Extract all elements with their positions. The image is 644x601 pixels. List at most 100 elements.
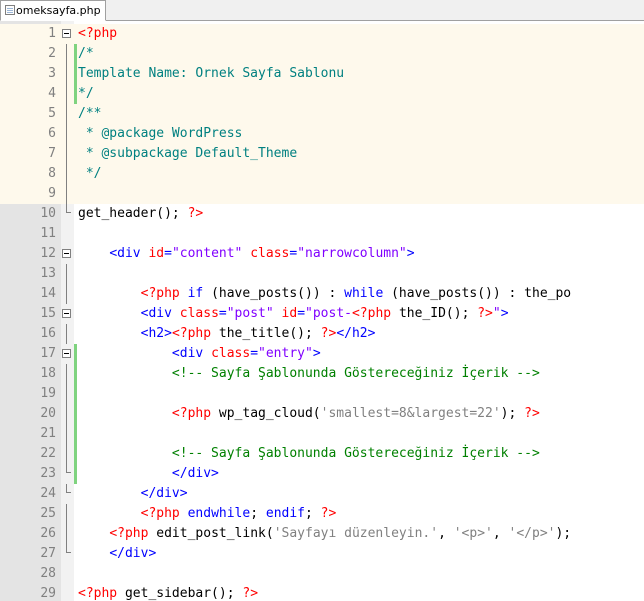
tab-bar: omeksayfa.php: [0, 0, 644, 21]
code-line[interactable]: 16 <h2><?php the_title(); ?></h2>: [0, 324, 644, 344]
code-line[interactable]: 24 </div>: [0, 484, 644, 504]
code-line[interactable]: 20 <?php wp_tag_cloud('smallest=8&larges…: [0, 404, 644, 424]
tab-file[interactable]: omeksayfa.php: [0, 0, 106, 21]
code-line[interactable]: 11: [0, 224, 644, 244]
code-line[interactable]: 17 <div class="entry">: [0, 344, 644, 364]
code-line[interactable]: 2 /*: [0, 44, 644, 64]
code-line[interactable]: 8 */: [0, 164, 644, 184]
line-text: <?php endwhile; endif; ?>: [78, 504, 337, 524]
fold-guide: [66, 64, 67, 84]
fold-toggle-icon[interactable]: [62, 349, 71, 358]
line-number: 8: [48, 166, 56, 181]
code-token: the_title();: [218, 326, 321, 341]
code-line[interactable]: 13: [0, 264, 644, 284]
code-line[interactable]: 27 </div>: [0, 544, 644, 564]
fold-guide: [66, 44, 67, 64]
code-token: <?php: [78, 26, 118, 41]
line-number: 17: [40, 346, 56, 361]
code-line[interactable]: 18 <!-- Sayfa Şablonunda Göstereceğiniz …: [0, 364, 644, 384]
fold-guide: [66, 364, 67, 384]
code-token: /**: [78, 106, 102, 121]
code-line[interactable]: 1 <?php: [0, 24, 644, 44]
code-editor[interactable]: 1 <?php 2 /* 3 Template Name: Ornek Sayfa Sab…: [0, 21, 644, 601]
code-token: ,: [438, 526, 454, 541]
code-token: =: [218, 306, 227, 321]
line-number: 20: [40, 406, 56, 421]
code-token: */: [78, 86, 94, 101]
code-token: "entry": [258, 346, 313, 361]
code-area[interactable]: 1 <?php 2 /* 3 Template Name: Ornek Sayfa Sab…: [0, 24, 644, 601]
code-line[interactable]: 7 * @subpackage Default_Theme: [0, 144, 644, 164]
line-number: 5: [48, 106, 56, 121]
code-token: "post-: [305, 306, 352, 321]
code-token: ?>: [477, 306, 493, 321]
line-number: 15: [40, 306, 56, 321]
code-line[interactable]: 21: [0, 424, 644, 444]
code-token: the_ID();: [398, 306, 478, 321]
line-number: 24: [40, 486, 56, 501]
fold-guide: [66, 284, 67, 304]
code-token: "narrowcolumn": [297, 246, 407, 261]
line-text: <h2><?php the_title(); ?></h2>: [78, 324, 376, 344]
code-token: ,: [492, 526, 509, 541]
fold-toggle-icon[interactable]: [62, 309, 71, 318]
line-number: 27: [40, 546, 56, 561]
code-line[interactable]: 28: [0, 564, 644, 584]
line-text: <?php edit_post_link('Sayfayı düzenleyin…: [78, 524, 571, 544]
fold-guide: [66, 444, 67, 464]
code-line[interactable]: 29 <?php get_sidebar(); ?>: [0, 584, 644, 601]
code-line[interactable]: 25 <?php endwhile; endif; ?>: [0, 504, 644, 524]
code-line[interactable]: 15 <div class="post" id="post-<?php the_…: [0, 304, 644, 324]
fold-guide: [66, 124, 67, 144]
line-text: <!-- Sayfa Şablonunda Göstereceğiniz İçe…: [78, 444, 540, 464]
tab-label: omeksayfa.php: [16, 4, 101, 17]
code-line[interactable]: 12 <div id="content" class="narrowcolumn…: [0, 244, 644, 264]
code-line[interactable]: 22 <!-- Sayfa Şablonunda Göstereceğiniz …: [0, 444, 644, 464]
code-line[interactable]: 9: [0, 184, 644, 204]
fold-guide: [66, 204, 71, 213]
code-token: class: [179, 306, 219, 321]
code-token: while: [344, 286, 392, 301]
line-number: 16: [40, 326, 56, 341]
line-number: 1: [48, 26, 56, 41]
code-line[interactable]: 23 </div>: [0, 464, 644, 484]
code-line[interactable]: 5 /**: [0, 104, 644, 124]
code-line[interactable]: 19: [0, 384, 644, 404]
line-text: </div>: [78, 484, 188, 504]
fold-toggle-icon[interactable]: [62, 29, 71, 38]
code-token: <!-- Sayfa Şablonunda Göstereceğiniz İçe…: [171, 366, 540, 381]
line-number: 2: [48, 46, 56, 61]
code-token: wp_tag_cloud(: [218, 406, 321, 421]
code-line[interactable]: 6 * @package WordPress: [0, 124, 644, 144]
fold-guide: [66, 404, 67, 424]
code-token: Template Name: Ornek Sayfa Sablonu: [78, 66, 345, 81]
code-token: =: [289, 246, 298, 261]
line-number: 21: [40, 426, 56, 441]
fold-guide: [66, 484, 71, 493]
code-token: );: [500, 406, 525, 421]
line-text: <?php wp_tag_cloud('smallest=8&largest=2…: [78, 404, 540, 424]
line-number: 10: [40, 206, 56, 221]
fold-toggle-icon[interactable]: [62, 249, 71, 258]
fold-guide: [66, 104, 67, 124]
code-token: >: [500, 306, 509, 321]
code-line[interactable]: 4 */: [0, 84, 644, 104]
code-line[interactable]: 3 Template Name: Ornek Sayfa Sablonu: [0, 64, 644, 84]
change-marker: [74, 384, 77, 404]
code-line[interactable]: 10 get_header(); ?>: [0, 204, 644, 224]
code-line[interactable]: 14 <?php if (have_posts()) : while (have…: [0, 284, 644, 304]
code-token: </div>: [140, 486, 188, 501]
fold-guide: [66, 524, 67, 544]
change-marker: [74, 64, 77, 84]
fold-guide: [66, 84, 67, 104]
fold-guide: [66, 384, 67, 404]
code-line[interactable]: 26 <?php edit_post_link('Sayfayı düzenle…: [0, 524, 644, 544]
